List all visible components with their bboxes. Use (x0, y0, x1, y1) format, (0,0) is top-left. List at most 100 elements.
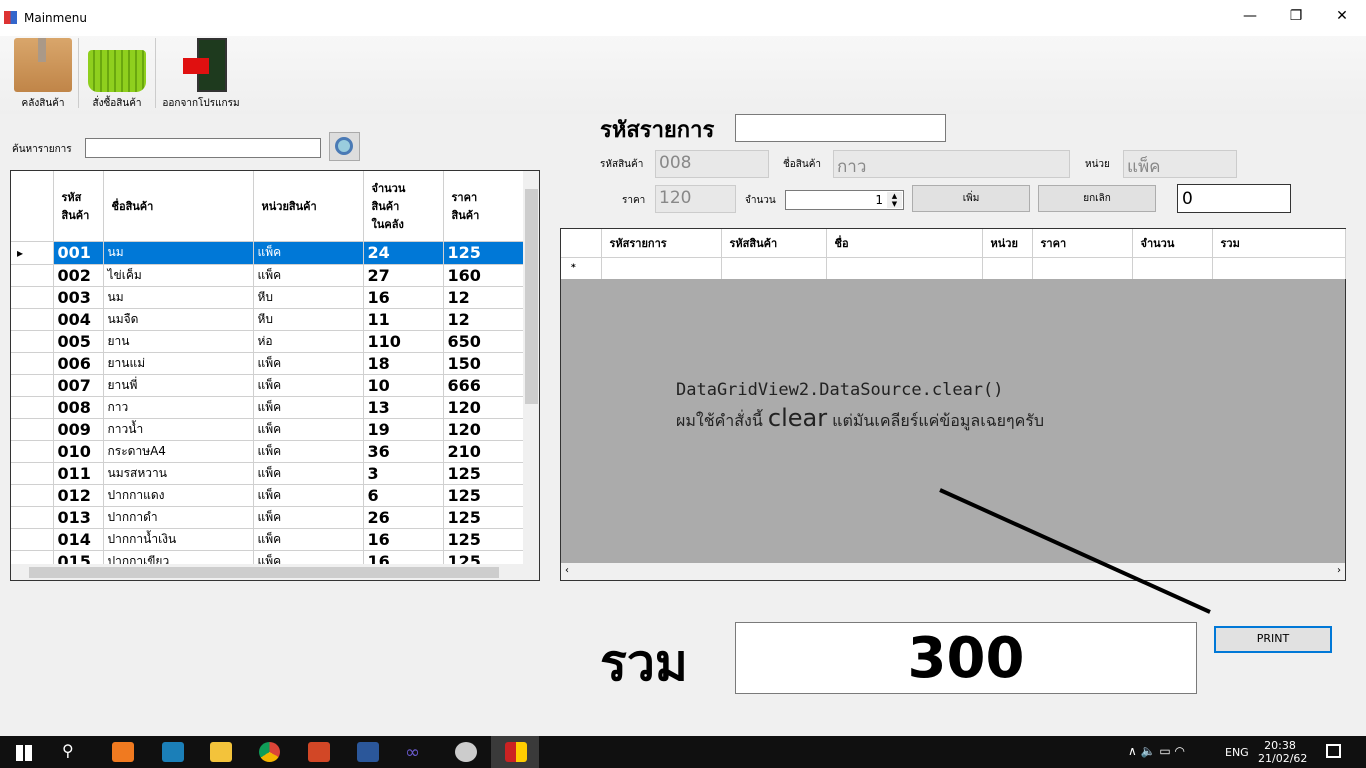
cell-price[interactable]: 650 (443, 330, 524, 353)
column-header-name[interactable]: ชื่อสินค้า (103, 171, 254, 242)
cell-stock[interactable]: 24 (363, 242, 444, 265)
column-header-total[interactable]: รวม (1212, 229, 1346, 257)
column-header-order-id[interactable]: รหัสรายการ (601, 229, 722, 257)
table-row[interactable]: 004 นมจืด หีบ 11 12 (11, 308, 524, 331)
cell-stock[interactable]: 26 (363, 506, 444, 529)
column-header-code[interactable]: รหัส สินค้า (53, 171, 104, 242)
row-header[interactable] (11, 462, 54, 485)
cell-name[interactable]: นม (103, 242, 254, 265)
cell-name[interactable]: ปากกาดำ (103, 506, 254, 529)
cell-price[interactable]: 125 (443, 484, 524, 507)
cell-code[interactable]: 006 (53, 352, 104, 375)
cell-code[interactable]: 011 (53, 462, 104, 485)
active-app-tab[interactable] (491, 736, 539, 768)
cell-name[interactable]: ปากกาน้ำเงิน (103, 528, 254, 551)
cell-stock[interactable]: 11 (363, 308, 444, 331)
horizontal-scrollbar[interactable]: ‹ › (561, 563, 1345, 580)
row-header[interactable] (11, 374, 54, 397)
cell-name[interactable]: ปากกาแดง (103, 484, 254, 507)
minimize-button[interactable]: — (1235, 8, 1265, 24)
cell-stock[interactable]: 110 (363, 330, 444, 353)
cell-name[interactable]: ยานแม่ (103, 352, 254, 375)
search-input[interactable] (85, 138, 321, 158)
cell-stock[interactable]: 18 (363, 352, 444, 375)
row-header[interactable] (11, 528, 54, 551)
cell-price[interactable]: 125 (443, 462, 524, 485)
cell-price[interactable]: 666 (443, 374, 524, 397)
cell-price[interactable]: 125 (443, 506, 524, 529)
maximize-button[interactable]: ❐ (1281, 8, 1311, 24)
table-row[interactable]: 003 นม หีบ 16 12 (11, 286, 524, 309)
cell-name[interactable]: นมจืด (103, 308, 254, 331)
row-header[interactable] (11, 440, 54, 463)
cell-code[interactable]: 004 (53, 308, 104, 331)
cell-unit[interactable]: แพ็ค (253, 418, 364, 441)
column-header-quantity[interactable]: จำนวน (1132, 229, 1213, 257)
language-indicator[interactable]: ENG (1225, 746, 1249, 759)
file-explorer-icon[interactable] (210, 742, 232, 762)
cell-unit[interactable]: แพ็ค (253, 264, 364, 287)
cell-unit[interactable]: แพ็ค (253, 352, 364, 375)
cell-unit[interactable]: แพ็ค (253, 374, 364, 397)
row-header[interactable] (11, 352, 54, 375)
vertical-scrollbar[interactable] (523, 171, 539, 564)
table-row[interactable]: 009 กาวน้ำ แพ็ค 19 120 (11, 418, 524, 441)
cell-code[interactable]: 001 (53, 242, 104, 265)
cell-price[interactable]: 150 (443, 352, 524, 375)
column-header-name[interactable]: ชื่อ (826, 229, 983, 257)
cell-unit[interactable]: ห่อ (253, 330, 364, 353)
cell-name[interactable]: กาว (103, 396, 254, 419)
cell-stock[interactable]: 36 (363, 440, 444, 463)
clock[interactable]: 20:38 21/02/62 (1258, 739, 1307, 765)
cell-stock[interactable]: 6 (363, 484, 444, 507)
cell-code[interactable]: 010 (53, 440, 104, 463)
column-header-price[interactable]: ราคา สินค้า (443, 171, 524, 242)
xampp-icon[interactable] (112, 742, 134, 762)
row-header[interactable] (11, 264, 54, 287)
table-row[interactable]: 005 ยาน ห่อ 110 650 (11, 330, 524, 353)
cell-price[interactable]: 210 (443, 440, 524, 463)
warehouse-button[interactable]: คลังสินค้า (10, 36, 76, 112)
row-header[interactable] (11, 396, 54, 419)
cell-price[interactable]: 125 (443, 528, 524, 551)
row-header[interactable] (11, 484, 54, 507)
table-row[interactable]: 008 กาว แพ็ค 13 120 (11, 396, 524, 419)
search-icon[interactable]: ⚲ (62, 741, 74, 760)
cell-price[interactable]: 160 (443, 264, 524, 287)
cell-price[interactable]: 120 (443, 396, 524, 419)
cell-unit[interactable]: แพ็ค (253, 242, 364, 265)
column-header-unit[interactable]: หน่วย (982, 229, 1033, 257)
cell-unit[interactable]: หีบ (253, 308, 364, 331)
cell-stock[interactable]: 10 (363, 374, 444, 397)
cell-stock[interactable]: 19 (363, 418, 444, 441)
row-header[interactable] (11, 418, 54, 441)
windows-start-icon[interactable] (16, 745, 32, 761)
cell-name[interactable]: กระดาษA4 (103, 440, 254, 463)
column-header-price[interactable]: ราคา (1032, 229, 1133, 257)
cell-unit[interactable]: แพ็ค (253, 528, 364, 551)
tray-icons[interactable]: ∧ 🔈 ▭ ◠ (1128, 744, 1185, 758)
cell-name[interactable]: กาวน้ำ (103, 418, 254, 441)
cell-code[interactable]: 005 (53, 330, 104, 353)
cell-code[interactable]: 012 (53, 484, 104, 507)
column-header-unit[interactable]: หน่วยสินค้า (253, 171, 364, 242)
cell-unit[interactable]: แพ็ค (253, 506, 364, 529)
cancel-button[interactable]: ยกเลิก (1038, 185, 1156, 212)
table-row[interactable]: 002 ไข่เค็ม แพ็ค 27 160 (11, 264, 524, 287)
table-row[interactable]: 014 ปากกาน้ำเงิน แพ็ค 16 125 (11, 528, 524, 551)
cell-code[interactable]: 002 (53, 264, 104, 287)
column-header-product-code[interactable]: รหัสสินค้า (721, 229, 827, 257)
new-row[interactable]: * (561, 257, 1346, 279)
cell-unit[interactable]: แพ็ค (253, 484, 364, 507)
exit-button[interactable]: ออกจากโปรแกรม (160, 36, 242, 112)
products-grid[interactable]: รหัส สินค้า ชื่อสินค้า หน่วยสินค้า จำนวน… (10, 170, 540, 581)
cell-unit[interactable]: หีบ (253, 286, 364, 309)
cell-unit[interactable]: แพ็ค (253, 462, 364, 485)
scrollbar-thumb[interactable] (525, 189, 538, 404)
horizontal-scrollbar[interactable] (11, 564, 539, 580)
table-row[interactable]: 010 กระดาษA4 แพ็ค 36 210 (11, 440, 524, 463)
cell-code[interactable]: 013 (53, 506, 104, 529)
cell-stock[interactable]: 13 (363, 396, 444, 419)
cell-stock[interactable]: 3 (363, 462, 444, 485)
powerpoint-icon[interactable] (308, 742, 330, 762)
